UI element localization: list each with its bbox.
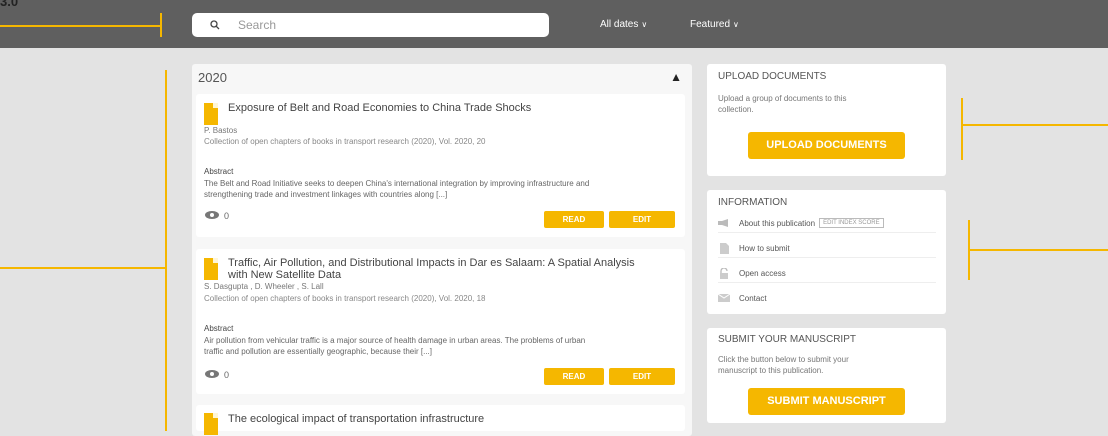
- guide-line: [961, 124, 1108, 126]
- panel-heading: INFORMATION: [718, 197, 788, 208]
- panel-heading: SUBMIT YOUR MANUSCRIPT: [718, 334, 856, 345]
- info-item-label: About this publication: [739, 218, 816, 228]
- info-item-contact[interactable]: Contact: [718, 289, 936, 307]
- guide-line: [968, 220, 970, 280]
- article-title-line: with New Satellite Data: [228, 269, 342, 281]
- panel-description-line: Upload a group of documents to this: [718, 94, 847, 103]
- view-count-value: 0: [224, 211, 230, 221]
- edit-index-score-button[interactable]: EDIT INDEX SCORE: [819, 218, 884, 228]
- info-item-open-access[interactable]: Open access: [718, 264, 936, 283]
- panel-heading: UPLOAD DOCUMENTS: [718, 71, 827, 82]
- eye-icon: [204, 369, 220, 381]
- edit-button[interactable]: EDIT: [609, 368, 675, 385]
- abstract-text: Air pollution from vehicular traffic is …: [204, 335, 684, 357]
- year-group-label: 2020: [198, 70, 227, 85]
- sort-label: Featured: [690, 19, 731, 30]
- view-count: 0: [204, 369, 229, 381]
- info-item-label: Contact: [739, 293, 767, 303]
- chevron-down-icon: ∨: [733, 20, 739, 29]
- article-authors[interactable]: S. Dasgupta , D. Wheeler , S. Lall: [204, 282, 324, 291]
- article-title[interactable]: The ecological impact of transportation …: [228, 413, 484, 425]
- chevron-down-icon: ∨: [641, 20, 648, 29]
- upload-documents-panel: UPLOAD DOCUMENTS Upload a group of docum…: [707, 64, 946, 176]
- article-collection: Collection of open chapters of books in …: [204, 294, 486, 303]
- edit-button[interactable]: EDIT: [609, 211, 675, 228]
- read-button[interactable]: READ: [544, 368, 604, 385]
- view-count: 0: [204, 210, 229, 222]
- abstract-text: The Belt and Road Initiative seeks to de…: [204, 178, 684, 200]
- document-icon: [204, 413, 218, 435]
- panel-description: Click the button below to submit your ma…: [718, 354, 908, 376]
- mail-icon: [718, 293, 730, 303]
- abstract-line: strengthening trade and investment linka…: [204, 190, 448, 199]
- search-icon: [208, 18, 222, 32]
- document-icon: [204, 258, 218, 280]
- sort-dropdown[interactable]: Featured ∨: [690, 19, 739, 30]
- article-card: The ecological impact of transportation …: [196, 405, 685, 435]
- article-card: Traffic, Air Pollution, and Distribution…: [196, 249, 685, 394]
- info-item-how-to-submit[interactable]: How to submit: [718, 239, 936, 258]
- panel-description-line: collection.: [718, 105, 754, 114]
- guide-line: [160, 13, 162, 37]
- search-input[interactable]: [236, 17, 530, 33]
- panel-description-line: manuscript to this publication.: [718, 366, 824, 375]
- info-item-label: Open access: [739, 268, 786, 278]
- megaphone-icon: [718, 218, 730, 228]
- abstract-heading: Abstract: [204, 167, 234, 176]
- abstract-line: The Belt and Road Initiative seeks to de…: [204, 179, 590, 188]
- abstract-line: Air pollution from vehicular traffic is …: [204, 336, 586, 345]
- date-filter-label: All dates: [600, 19, 639, 30]
- guide-line: [968, 249, 1108, 251]
- info-item-label: How to submit: [739, 243, 790, 253]
- eye-icon: [204, 210, 220, 222]
- article-title[interactable]: Traffic, Air Pollution, and Distribution…: [228, 257, 635, 281]
- unlock-icon: [718, 267, 730, 279]
- top-bar: All dates∨ Featured∨: [0, 0, 1108, 48]
- article-card: Exposure of Belt and Road Economies to C…: [196, 94, 685, 237]
- guide-line: [961, 98, 963, 160]
- submit-manuscript-panel: SUBMIT YOUR MANUSCRIPT Click the button …: [707, 328, 946, 423]
- corner-label: 3.0: [0, 0, 19, 9]
- read-button[interactable]: READ: [544, 211, 604, 228]
- chevron-up-icon[interactable]: ▲: [670, 70, 682, 84]
- date-filter-dropdown[interactable]: All dates ∨: [600, 19, 647, 30]
- abstract-line: traffic and pollution are essentially ge…: [204, 347, 432, 356]
- article-collection: Collection of open chapters of books in …: [204, 137, 486, 146]
- article-title[interactable]: Exposure of Belt and Road Economies to C…: [228, 102, 531, 114]
- panel-description: Upload a group of documents to this coll…: [718, 93, 908, 115]
- information-panel: INFORMATION About this publication EDIT …: [707, 190, 946, 314]
- info-item-about[interactable]: About this publication EDIT INDEX SCORE: [718, 214, 936, 233]
- guide-line: [165, 70, 167, 431]
- document-icon: [718, 242, 730, 254]
- upload-documents-button[interactable]: UPLOAD DOCUMENTS: [748, 132, 905, 159]
- view-count-value: 0: [224, 370, 230, 380]
- guide-line: [0, 25, 160, 27]
- panel-description-line: Click the button below to submit your: [718, 355, 849, 364]
- abstract-heading: Abstract: [204, 324, 234, 333]
- search-bar[interactable]: [192, 13, 549, 37]
- submit-manuscript-button[interactable]: SUBMIT MANUSCRIPT: [748, 388, 905, 415]
- article-title-line: Traffic, Air Pollution, and Distribution…: [228, 257, 635, 269]
- document-icon: [204, 103, 218, 125]
- guide-line: [0, 267, 165, 269]
- article-authors[interactable]: P. Bastos: [204, 126, 237, 135]
